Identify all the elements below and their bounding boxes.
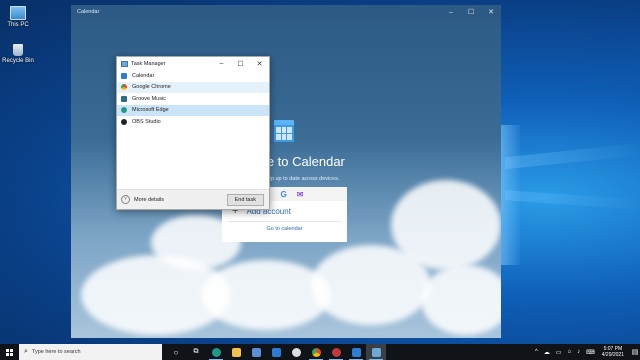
chevron-down-icon[interactable]: ˅: [121, 195, 130, 204]
system-tray: ^ ☁ ▭ ⌂ ♪ ⌨ 5:07 PM 4/29/2021 ▤: [532, 346, 640, 358]
taskbar-pinned-apps: ○ ⧉: [166, 344, 386, 360]
taskbar-app-groove-music[interactable]: [326, 344, 346, 360]
taskbar-app-chrome[interactable]: [306, 344, 326, 360]
desktop-icon-this-pc[interactable]: This PC: [1, 6, 35, 28]
windows-logo-icon: [6, 348, 13, 356]
process-row-microsoft-edge[interactable]: Microsoft Edge: [117, 104, 269, 116]
folder-icon: [231, 347, 241, 357]
process-row-obs-studio[interactable]: OBS Studio: [117, 116, 269, 128]
onedrive-icon[interactable]: ☁: [544, 349, 550, 356]
taskbar-app-edge[interactable]: [206, 344, 226, 360]
store-icon: [251, 347, 261, 357]
taskbar-app-mail[interactable]: [266, 344, 286, 360]
groove-music-icon: [331, 347, 341, 357]
recycle-bin-icon: [13, 44, 23, 56]
chrome-icon: [311, 347, 321, 357]
edge-icon: [121, 107, 127, 114]
obs-icon: [121, 118, 127, 125]
taskbar-clock[interactable]: 5:07 PM 4/29/2021: [602, 346, 624, 358]
task-manager-icon: [371, 347, 381, 357]
close-button[interactable]: ✕: [481, 8, 501, 16]
maximize-button[interactable]: ☐: [231, 60, 250, 68]
process-row-calendar[interactable]: Calendar: [117, 70, 269, 82]
more-details-link[interactable]: More details: [134, 197, 227, 203]
task-view-icon: ○: [173, 347, 179, 357]
taskbar-app-obs[interactable]: [286, 344, 306, 360]
task-manager-window[interactable]: Task Manager – ☐ ✕ Calendar Google Chrom…: [116, 56, 270, 210]
calendar-titlebar[interactable]: Calendar – ☐ ✕: [71, 5, 501, 19]
notification-icon[interactable]: ▤: [630, 348, 640, 356]
task-manager-titlebar[interactable]: Task Manager – ☐ ✕: [117, 57, 269, 70]
taskbar-app-task-manager[interactable]: [366, 344, 386, 360]
minimize-button[interactable]: –: [441, 9, 461, 16]
welcome-subtitle: keep up to date across devices.: [262, 176, 340, 182]
go-to-calendar-link[interactable]: Go to calendar: [228, 221, 341, 232]
process-name: OBS Studio: [132, 118, 161, 125]
maximize-button[interactable]: ☐: [461, 8, 481, 16]
calendar-icon: [121, 72, 127, 79]
task-view-button[interactable]: ○: [166, 344, 186, 360]
process-row-google-chrome[interactable]: Google Chrome: [117, 81, 269, 93]
keyboard-icon[interactable]: ⌨: [586, 349, 595, 356]
chrome-icon: [121, 84, 127, 91]
process-name: Calendar: [132, 72, 155, 79]
search-icon: ⌕: [24, 348, 28, 355]
desktop-icon-label: Recycle Bin: [2, 58, 34, 64]
task-manager-icon: [121, 60, 128, 67]
taskbar-app-file-explorer[interactable]: [226, 344, 246, 360]
monitor-icon: [10, 6, 26, 20]
cloud-decoration: [421, 265, 501, 335]
task-manager-footer: ˅ More details End task: [117, 189, 269, 209]
windows-light-beam: [505, 190, 640, 210]
taskbar-app-store[interactable]: [246, 344, 266, 360]
obs-icon: [291, 347, 301, 357]
yahoo-mail-icon: ✉: [296, 189, 304, 199]
process-row-groove-music[interactable]: Groove Music: [117, 93, 269, 105]
search-placeholder: Type here to search: [31, 349, 81, 355]
end-task-button[interactable]: End task: [226, 193, 264, 206]
taskbar: ⌕ Type here to search ○ ⧉ ^ ☁ ▭ ⌂ ♪ ⌨ 5:…: [0, 344, 640, 360]
start-button[interactable]: [0, 344, 19, 360]
taskbar-search-box[interactable]: ⌕ Type here to search: [19, 344, 162, 360]
window-title: Task Manager: [131, 60, 166, 67]
cloud-decoration: [201, 260, 331, 330]
desktop-icon-recycle-bin[interactable]: Recycle Bin: [1, 44, 35, 64]
cloud-decoration: [391, 180, 501, 270]
clock-date: 4/29/2021: [601, 352, 624, 358]
edge-icon: [211, 347, 221, 357]
desktop-icon-label: This PC: [7, 22, 29, 28]
calendar-icon: [351, 347, 361, 357]
process-name: Groove Music: [132, 95, 166, 102]
mail-icon: [271, 347, 281, 357]
network-icon[interactable]: ⌂: [567, 349, 571, 355]
process-name: Microsoft Edge: [132, 107, 169, 114]
process-list: Calendar Google Chrome Groove Music Micr…: [117, 70, 269, 128]
windows-light-beam: [505, 142, 640, 170]
battery-icon[interactable]: ▭: [556, 349, 562, 356]
taskbar-app-multitask[interactable]: ⧉: [186, 344, 206, 360]
groove-music-icon: [121, 95, 127, 102]
taskbar-app-calendar[interactable]: [346, 344, 366, 360]
google-icon: G: [280, 189, 287, 199]
process-name: Google Chrome: [132, 84, 171, 91]
calendar-icon: [274, 120, 294, 142]
volume-icon[interactable]: ♪: [577, 349, 580, 355]
close-button[interactable]: ✕: [250, 60, 269, 68]
chevron-up-icon[interactable]: ^: [535, 349, 538, 355]
multitask-icon: ⧉: [193, 348, 199, 355]
window-title: Calendar: [77, 9, 100, 15]
minimize-button[interactable]: –: [212, 60, 231, 67]
